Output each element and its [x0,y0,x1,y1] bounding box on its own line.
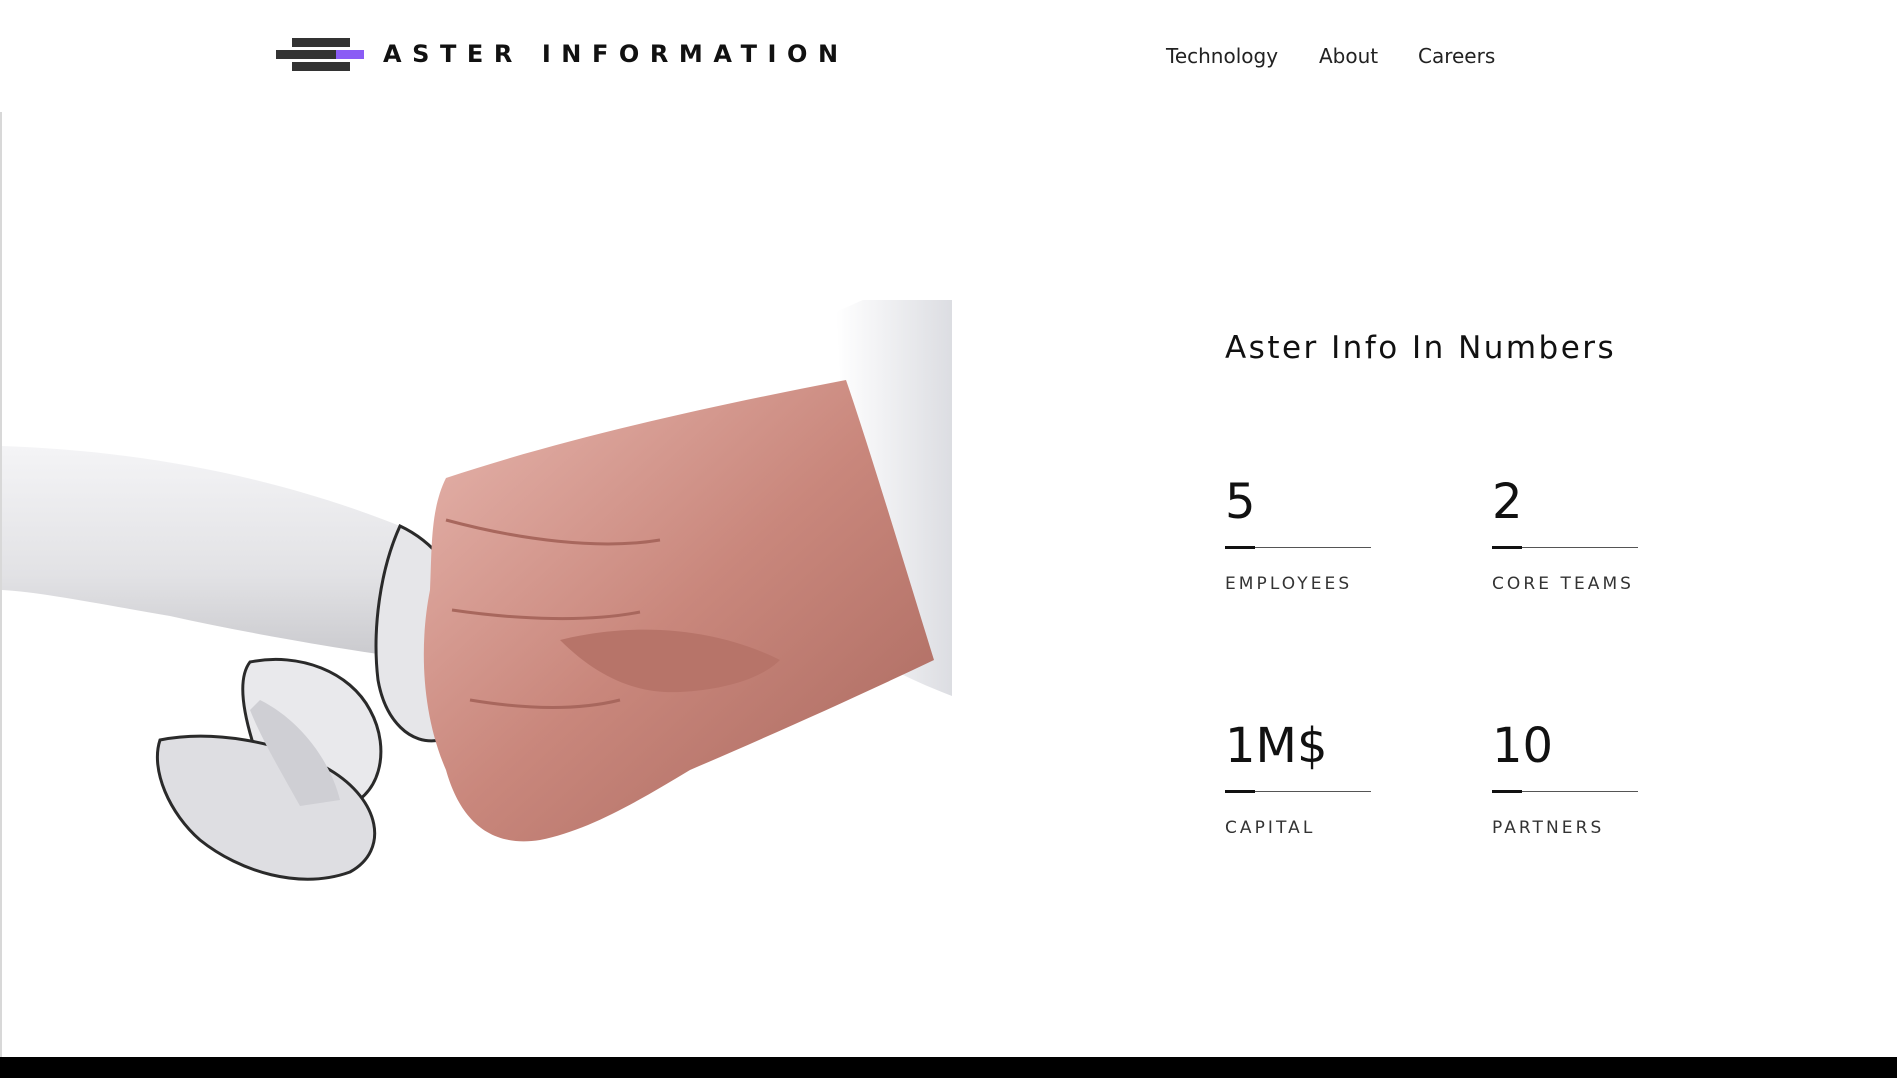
human-fist [423,380,934,842]
stat-capital: 1M$ CAPITAL [1225,718,1371,858]
stat-value: 10 [1492,718,1554,774]
stat-divider-accent [1225,546,1255,549]
stat-label: EMPLOYEES [1225,574,1353,594]
stat-value: 1M$ [1225,718,1328,774]
stat-label: PARTNERS [1492,818,1605,838]
stat-partners: 10 PARTNERS [1492,718,1638,858]
stat-employees: 5 EMPLOYEES [1225,474,1371,614]
stat-label: CORE TEAMS [1492,574,1635,594]
stat-value: 5 [1225,474,1256,530]
robot-arm [2,446,420,660]
nav-link-technology[interactable]: Technology [1166,44,1278,68]
stat-core-teams: 2 CORE TEAMS [1492,474,1638,614]
brand-name[interactable]: ASTER INFORMATION [383,40,849,68]
stat-divider-accent [1492,790,1522,793]
nav-link-careers[interactable]: Careers [1418,44,1495,68]
site-header: ASTER INFORMATION Technology About Caree… [0,0,1897,112]
stat-divider-accent [1492,546,1522,549]
aster-logo-icon[interactable] [276,38,364,74]
hero-image-robot-human-fist-bump [2,300,952,881]
stat-divider-accent [1225,790,1255,793]
stat-label: CAPITAL [1225,818,1316,838]
footer-bar [0,1057,1897,1078]
stat-value: 2 [1492,474,1523,530]
nav-link-about[interactable]: About [1319,44,1378,68]
stats-title: Aster Info In Numbers [1225,330,1617,366]
